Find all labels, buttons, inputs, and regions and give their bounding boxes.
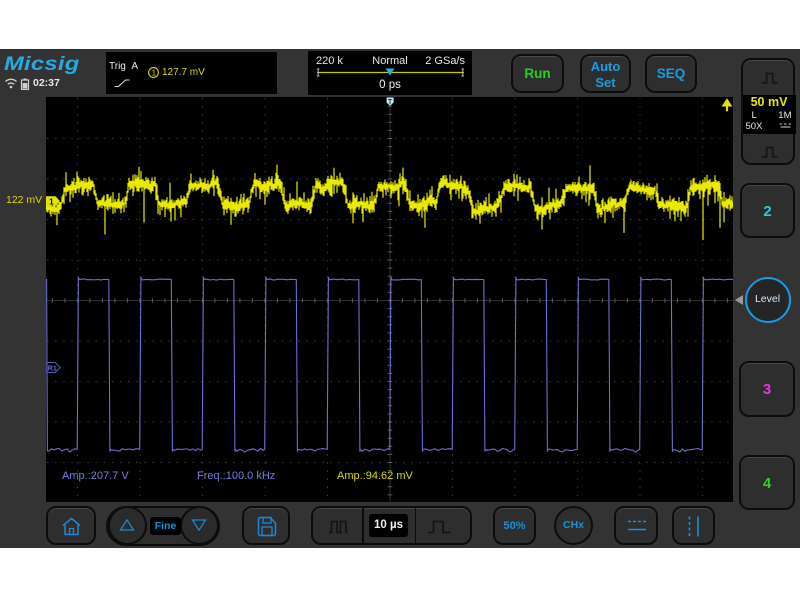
svg-text:1: 1 bbox=[49, 196, 54, 206]
svg-text:R1: R1 bbox=[48, 365, 57, 372]
svg-text:1: 1 bbox=[151, 69, 156, 78]
svg-text:T: T bbox=[388, 99, 393, 106]
